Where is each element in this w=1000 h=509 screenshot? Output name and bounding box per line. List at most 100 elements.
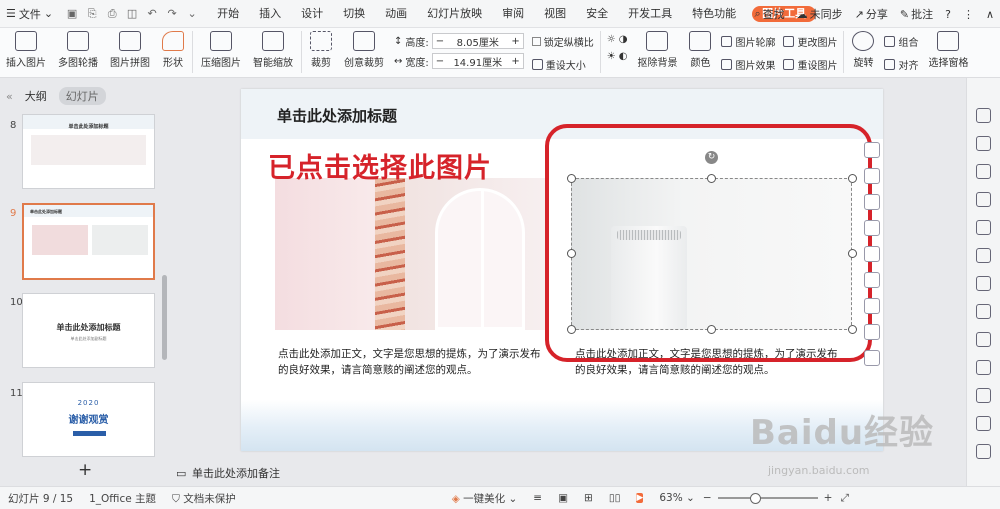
panel-scrollbar[interactable] xyxy=(162,275,167,360)
height-field[interactable]: −8.05厘米 + xyxy=(431,33,524,49)
contrast-up-icon[interactable]: ◑ xyxy=(619,34,628,45)
tab-features[interactable]: 特色功能 xyxy=(682,0,746,28)
tab-slides[interactable]: 幻灯片 xyxy=(58,87,106,105)
width-field[interactable]: −14.91厘米 + xyxy=(431,53,524,69)
multi-carousel-button[interactable]: 多图轮播 xyxy=(52,31,104,69)
slide-thumbnail-8[interactable]: 单击此处添加标题 xyxy=(22,114,155,189)
preview-icon[interactable]: ◫ xyxy=(125,7,139,21)
animation-icon[interactable] xyxy=(976,276,991,291)
more-icon[interactable] xyxy=(976,444,991,459)
translate-icon[interactable] xyxy=(864,298,880,314)
slide-title[interactable]: 单击此处添加标题 xyxy=(277,105,397,126)
creative-crop-button[interactable]: 创意裁剪 xyxy=(338,31,390,69)
tab-outline[interactable]: 大纲 xyxy=(25,88,47,104)
tab-design[interactable]: 设计 xyxy=(291,0,333,28)
slideshow-button[interactable]: ▶ xyxy=(628,490,651,506)
insert-picture-button[interactable]: 插入图片 xyxy=(0,31,52,69)
template-icon[interactable] xyxy=(976,248,991,263)
reading-view-icon[interactable]: ▯▯ xyxy=(601,492,629,504)
reset-size-button[interactable]: 重设大小 xyxy=(531,57,594,72)
tab-developer[interactable]: 开发工具 xyxy=(618,0,682,28)
chart-icon[interactable] xyxy=(976,304,991,319)
picture-outline-button[interactable]: 图片轮廓 xyxy=(721,34,775,49)
slide-thumbnail-9[interactable]: 单击此处添加标题 xyxy=(22,203,155,280)
picture-effect-button[interactable]: 图片效果 xyxy=(721,57,775,72)
fit-window-icon[interactable]: ⤢ xyxy=(832,492,856,505)
curtain-picture[interactable] xyxy=(275,178,547,331)
crop-button[interactable]: 裁剪 xyxy=(304,31,338,69)
annotate-button[interactable]: ✎ 批注 xyxy=(894,6,939,22)
layers-icon[interactable] xyxy=(864,142,880,158)
rotate-button[interactable]: 旋转 xyxy=(846,31,880,69)
image-edit-icon[interactable] xyxy=(864,220,880,236)
zoom-in-icon[interactable]: + xyxy=(824,492,833,504)
undo-icon[interactable]: ↶ xyxy=(145,7,159,21)
backup-icon[interactable] xyxy=(976,416,991,431)
tab-security[interactable]: 安全 xyxy=(576,0,618,28)
compress-button[interactable]: 压缩图片 xyxy=(195,31,247,69)
tab-start[interactable]: 开始 xyxy=(207,0,249,28)
export-icon[interactable]: ⎘ xyxy=(85,7,99,21)
select-pane-icon xyxy=(937,31,960,51)
group-button[interactable]: 组合 xyxy=(884,34,918,49)
tab-view[interactable]: 视图 xyxy=(534,0,576,28)
select-pane-button[interactable]: 选择窗格 xyxy=(922,31,974,69)
zoom-out-icon[interactable]: − xyxy=(703,492,712,504)
lock-ratio-checkbox[interactable]: 锁定纵横比 xyxy=(531,34,594,49)
crop-panel-icon[interactable] xyxy=(976,192,991,207)
change-picture-button[interactable]: 更改图片 xyxy=(783,34,837,49)
slide-thumbnail-10[interactable]: 单击此处添加标题 单击此处添加副标题 xyxy=(22,293,155,368)
effect-icon[interactable] xyxy=(864,272,880,288)
beautify-button[interactable]: ◈ 一键美化 ⌄ xyxy=(444,491,526,506)
zoom-icon[interactable] xyxy=(864,246,880,262)
collapse-icon[interactable]: ∧ xyxy=(980,8,1000,21)
brightness-down-icon[interactable]: ☀ xyxy=(607,51,616,62)
table-icon[interactable] xyxy=(976,360,991,375)
settings-icon[interactable] xyxy=(976,332,991,347)
redo-icon[interactable]: ↷ xyxy=(165,7,179,21)
search-button[interactable]: ⌕ 查找 xyxy=(748,6,790,22)
more-tools-icon[interactable] xyxy=(864,350,880,366)
color-button[interactable]: 颜色 xyxy=(683,31,717,69)
tab-review[interactable]: 审阅 xyxy=(492,0,534,28)
print-icon[interactable]: ⎙ xyxy=(105,7,119,21)
collapse-panel-icon[interactable]: « xyxy=(6,90,13,103)
notes-toggle-icon[interactable]: ≡ xyxy=(525,492,550,504)
more-options-icon[interactable]: ⋮ xyxy=(957,8,980,21)
cutout-icon[interactable] xyxy=(864,194,880,210)
save-icon[interactable]: ▣ xyxy=(65,7,79,21)
contrast-down-icon[interactable]: ◐ xyxy=(619,51,628,62)
shape-button[interactable]: 形状 xyxy=(156,31,190,69)
ocr-icon[interactable] xyxy=(864,324,880,340)
crop-icon[interactable] xyxy=(864,168,880,184)
zoom-slider[interactable] xyxy=(717,493,818,504)
align-icon xyxy=(884,59,896,70)
slide-thumbnail-11[interactable]: 2020 谢谢观赏 xyxy=(22,382,155,457)
tab-insert[interactable]: 插入 xyxy=(249,0,291,28)
sorter-view-icon[interactable]: ⊞ xyxy=(576,492,601,504)
help-icon[interactable]: ? xyxy=(939,8,957,21)
tab-slideshow[interactable]: 幻灯片放映 xyxy=(417,0,492,28)
protection-status[interactable]: ⛉ 文档未保护 xyxy=(164,491,244,506)
share-button[interactable]: ↗ 分享 xyxy=(849,6,894,22)
tab-transition[interactable]: 切换 xyxy=(333,0,375,28)
smart-scale-button[interactable]: 智能缩放 xyxy=(247,31,299,69)
shape-icon[interactable] xyxy=(976,164,991,179)
brightness-up-icon[interactable]: ☼ xyxy=(607,34,616,45)
align-button[interactable]: 对齐 xyxy=(884,57,918,72)
body-text-left[interactable]: 点击此处添加正文，文字是您思想的提炼，为了演示发布的良好效果，请言简意赅的阐述您… xyxy=(278,346,548,378)
tab-animation[interactable]: 动画 xyxy=(375,0,417,28)
more-icon[interactable]: ⌄ xyxy=(185,7,199,21)
copy-format-icon[interactable] xyxy=(976,136,991,151)
layout-icon[interactable] xyxy=(976,220,991,235)
clipboard-icon[interactable] xyxy=(976,388,991,403)
remove-background-button[interactable]: 抠除背景 xyxy=(631,31,683,69)
normal-view-icon[interactable]: ▣ xyxy=(550,492,576,504)
format-icon[interactable] xyxy=(976,108,991,123)
add-slide-button[interactable]: + xyxy=(78,460,92,480)
zoom-level[interactable]: 63% ⌄ xyxy=(651,492,702,504)
picture-collage-button[interactable]: 图片拼图 xyxy=(104,31,156,69)
file-menu[interactable]: ☰ 文件 ⌄ xyxy=(0,6,59,22)
sync-button[interactable]: ☁ 未同步 xyxy=(791,6,849,22)
reset-picture-button[interactable]: 重设图片 xyxy=(783,57,837,72)
